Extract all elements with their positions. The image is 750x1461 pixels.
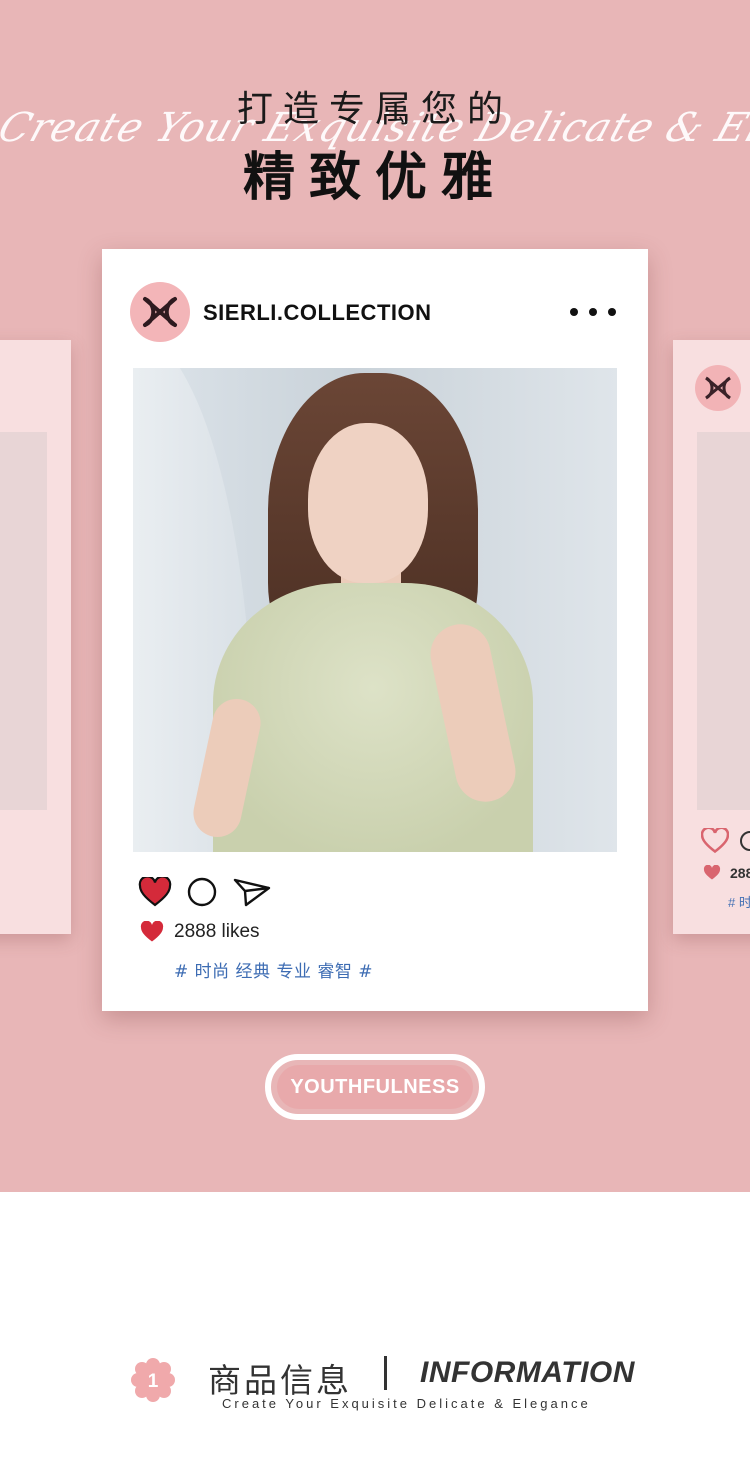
model-photo[interactable] — [133, 368, 617, 852]
section-number: 1 — [148, 1371, 159, 1392]
next-post-like-icon — [703, 865, 721, 880]
next-post-tags: # 时 — [728, 895, 750, 910]
account-handle[interactable]: SIERLI.COLLECTION — [203, 300, 432, 326]
likes-row: 2888 likes — [140, 921, 260, 943]
section-title-cn: 商品信息 — [208, 1361, 352, 1400]
info-section-header: 1 商品信息 INFORMATION Create Your Exquisite… — [0, 1340, 750, 1420]
dot-icon — [570, 308, 578, 316]
more-options-icon[interactable] — [570, 297, 616, 327]
next-post-likes: 288 — [730, 865, 750, 881]
photo-face — [308, 423, 428, 583]
youthfulness-badge: YOUTHFULNESS — [265, 1054, 485, 1120]
youthfulness-label: YOUTHFULNESS — [277, 1065, 473, 1109]
prev-post-card[interactable] — [0, 340, 71, 934]
next-post-photo — [697, 432, 750, 810]
next-post-heart-icon — [701, 828, 729, 854]
send-icon[interactable] — [232, 876, 272, 908]
heart-icon[interactable] — [138, 877, 172, 907]
headline-line1: 打造专属您的 — [236, 89, 513, 130]
headline-line2: 精致优雅 — [242, 148, 507, 208]
next-post-comment-icon — [740, 831, 750, 851]
next-post-logo-icon — [695, 365, 741, 411]
comment-icon[interactable] — [186, 876, 218, 908]
section-title-en: INFORMATION — [420, 1356, 635, 1389]
dot-icon — [608, 308, 616, 316]
like-count-heart-icon — [140, 921, 164, 942]
section-subtitle: Create Your Exquisite Delicate & Eleganc… — [222, 1396, 591, 1411]
number-flower-icon: 1 — [131, 1358, 175, 1402]
prev-post-photo — [0, 432, 47, 810]
likes-count[interactable]: 2888 likes — [174, 921, 260, 943]
instagram-post-card: SIERLI.COLLECTION 2888 likes # 时尚 经典 专业 … — [102, 249, 648, 1011]
sierli-logo-icon[interactable] — [130, 282, 190, 342]
dot-icon — [589, 308, 597, 316]
hero-section: Create Your Exquisite Delicate & Eleganc… — [0, 0, 750, 1192]
hashtags[interactable]: # 时尚 经典 专业 睿智 # — [174, 957, 373, 982]
post-actions — [138, 875, 286, 909]
next-post-card[interactable]: 288 # 时 — [673, 340, 750, 934]
title-divider — [384, 1356, 387, 1390]
